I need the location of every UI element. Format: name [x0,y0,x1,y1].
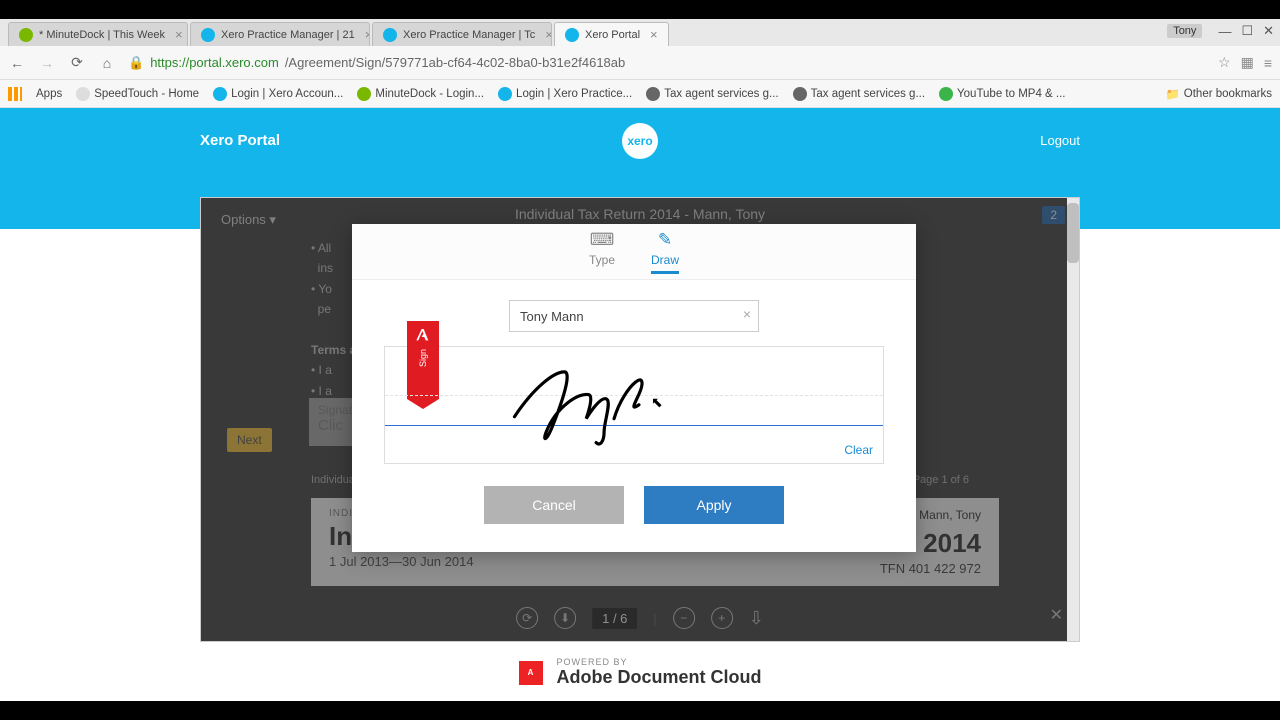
pen-icon: ✎ [658,230,672,250]
adobe-icon [415,327,431,343]
signer-name-field: × [509,300,759,332]
scrollbar[interactable] [1067,198,1079,641]
tab-title: Xero Portal [585,29,640,41]
tab-title: * MinuteDock | This Week [39,29,165,41]
reload-icon[interactable]: ⟳ [68,54,86,71]
browser-tab-active[interactable]: Xero Portal × [554,22,669,46]
close-icon[interactable]: × [545,27,552,42]
tab-type[interactable]: ⌨ Type [589,230,615,274]
tab-favicon [383,28,397,42]
adobe-logo-icon: A [519,661,543,685]
extensions-icon[interactable]: ▦ [1241,54,1254,71]
bookmark-item[interactable]: Tax agent services g... [646,87,778,101]
window-maximize-icon[interactable]: ☐ [1241,23,1253,39]
menu-icon[interactable]: ≡ [1264,55,1272,71]
close-icon[interactable]: × [175,27,183,42]
bookmark-item[interactable]: Tax agent services g... [793,87,925,101]
signature-canvas-panel: Sign Clear [384,346,884,464]
bookmark-favicon [793,87,807,101]
signature-canvas[interactable] [385,347,883,465]
tab-favicon [565,28,579,42]
apply-button[interactable]: Apply [644,486,784,524]
browser-tab[interactable]: Xero Practice Manager | 21 × [190,22,370,46]
bookmark-favicon [498,87,512,101]
clear-input-icon[interactable]: × [743,306,751,322]
cancel-button[interactable]: Cancel [484,486,624,524]
logout-link[interactable]: Logout [1040,133,1080,148]
url-host: https://portal.xero.com [150,55,279,70]
adobe-footer: A POWERED BY Adobe Document Cloud [0,657,1280,688]
bookmark-favicon [76,87,90,101]
browser-tab[interactable]: * MinuteDock | This Week × [8,22,188,46]
bookmark-favicon [213,87,227,101]
signature-modal: ⌨ Type ✎ Draw × Sign Clear Ca [352,224,916,552]
address-bar[interactable]: 🔒 https://portal.xero.com/Agreement/Sign… [128,55,1206,71]
browser-tabstrip: * MinuteDock | This Week × Xero Practice… [0,19,1280,46]
bookmark-favicon [646,87,660,101]
forward-icon: → [38,55,56,71]
signature-tabs: ⌨ Type ✎ Draw [352,224,916,280]
xero-logo-icon[interactable]: xero [622,123,658,159]
browser-navbar: ← → ⟳ ⌂ 🔒 https://portal.xero.com/Agreem… [0,46,1280,80]
star-icon[interactable]: ☆ [1218,54,1231,71]
bookmark-item[interactable]: Login | Xero Accoun... [213,87,343,101]
adobe-brand: Adobe Document Cloud [557,667,762,688]
apps-icon[interactable] [8,87,22,101]
browser-tab[interactable]: Xero Practice Manager | Tc × [372,22,552,46]
window-minimize-icon[interactable]: — [1218,24,1231,39]
scrollbar-thumb[interactable] [1067,203,1079,263]
lock-icon: 🔒 [128,55,144,71]
bookmark-favicon [357,87,371,101]
bookmarks-bar: Apps SpeedTouch - Home Login | Xero Acco… [0,80,1280,108]
bookmark-item[interactable]: MinuteDock - Login... [357,87,484,101]
app-title: Xero Portal [200,132,280,149]
tab-draw[interactable]: ✎ Draw [651,230,679,274]
other-bookmarks[interactable]: 📁Other bookmarks [1165,87,1272,101]
tab-favicon [19,28,33,42]
close-icon[interactable]: × [365,27,370,42]
user-chip[interactable]: Tony [1167,24,1202,38]
powered-by-label: POWERED BY [557,657,762,667]
url-path: /Agreement/Sign/579771ab-cf64-4c02-8ba0-… [285,55,625,70]
keyboard-icon: ⌨ [590,230,615,250]
bookmark-item[interactable]: SpeedTouch - Home [76,87,199,101]
app-header: Xero Portal xero Logout [0,108,1280,173]
close-icon[interactable]: × [650,27,658,42]
window-close-icon[interactable]: ✕ [1263,23,1274,39]
folder-icon: 📁 [1165,87,1179,101]
clear-signature-button[interactable]: Clear [844,443,873,457]
home-icon[interactable]: ⌂ [98,55,116,71]
bookmark-item[interactable]: YouTube to MP4 & ... [939,87,1065,101]
apps-label[interactable]: Apps [36,88,62,100]
tab-title: Xero Practice Manager | 21 [221,29,355,41]
back-icon[interactable]: ← [8,55,26,71]
bookmark-favicon [939,87,953,101]
bookmark-item[interactable]: Login | Xero Practice... [498,87,632,101]
signer-name-input[interactable] [509,300,759,332]
tab-favicon [201,28,215,42]
tab-title: Xero Practice Manager | Tc [403,29,535,41]
